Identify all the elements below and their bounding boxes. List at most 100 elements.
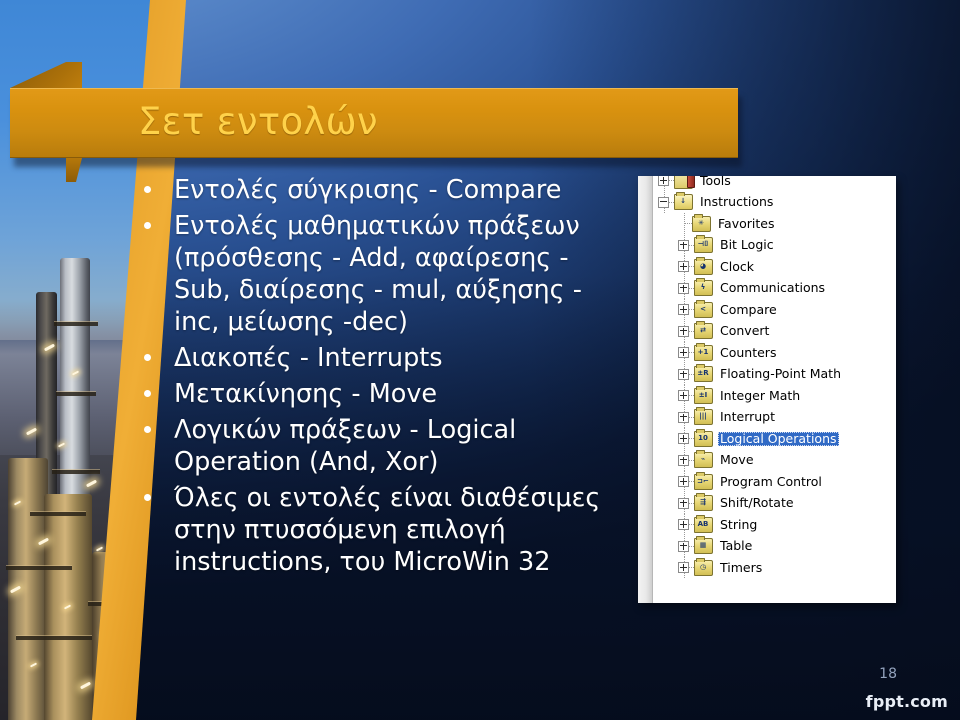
collapse-toggle-icon[interactable] xyxy=(658,196,669,208)
integer-math-folder-icon: ±I xyxy=(694,385,713,404)
folder-glyph: +1 xyxy=(697,347,709,356)
tower-deck xyxy=(16,636,92,640)
list-item: Εντολές μαθηματικών πράξεων (πρόσθεσης -… xyxy=(136,210,616,338)
expand-toggle-icon[interactable] xyxy=(678,390,689,402)
bullet-dot-icon xyxy=(144,222,151,229)
tree-item-bit-logic[interactable]: ⊣⌷ Bit Logic xyxy=(654,234,896,256)
tree-item-move[interactable]: ⌁ Move xyxy=(654,449,896,471)
instruction-tree-panel[interactable]: Tools ↓ Instructions ✳ Favorites ⊣⌷ Bit Logic ◕… xyxy=(638,176,896,603)
tree-item-label[interactable]: Instructions xyxy=(698,195,775,209)
page-number: 18 xyxy=(879,666,897,682)
tree-item-communications[interactable]: ϟ Communications xyxy=(654,277,896,299)
tree-item-floating-point-math[interactable]: ±R Floating-Point Math xyxy=(654,363,896,385)
tree-item-label[interactable]: Logical Operations xyxy=(718,431,839,446)
tree-item-label[interactable]: Tools xyxy=(698,176,733,188)
tree-item-convert[interactable]: ⇄ Convert xyxy=(654,320,896,342)
expand-toggle-icon[interactable] xyxy=(678,347,689,359)
folder-glyph: ⇶ xyxy=(700,498,706,507)
tree-item-label[interactable]: Move xyxy=(718,453,756,467)
bullet-list: Εντολές σύγκρισης - Compare Εντολές μαθη… xyxy=(136,174,616,582)
expand-toggle-icon[interactable] xyxy=(678,497,689,509)
tree-item-label[interactable]: Convert xyxy=(718,324,771,338)
tree-item-logical-operations[interactable]: 10 Logical Operations xyxy=(654,428,896,450)
expand-toggle-icon[interactable] xyxy=(678,562,689,574)
expand-toggle-icon[interactable] xyxy=(678,519,689,531)
favorites-folder-icon: ✳ xyxy=(692,213,711,232)
folder-glyph: ±I xyxy=(698,390,708,399)
expand-toggle-icon[interactable] xyxy=(678,239,689,251)
tower-deck xyxy=(6,566,72,570)
tower-deck xyxy=(52,470,100,474)
folder-glyph: ⌁ xyxy=(700,455,706,464)
expand-toggle-icon[interactable] xyxy=(678,411,689,423)
list-item: Εντολές σύγκρισης - Compare xyxy=(136,174,616,206)
tree-node-list[interactable]: Tools ↓ Instructions ✳ Favorites ⊣⌷ Bit Logic ◕… xyxy=(654,176,896,579)
tree-item-label[interactable]: Counters xyxy=(718,345,778,360)
bullet-dot-icon xyxy=(144,426,151,433)
convert-folder-icon: ⇄ xyxy=(694,321,713,340)
tree-item-label[interactable]: Interrupt xyxy=(718,410,777,424)
tree-item-counters[interactable]: +1 Counters xyxy=(654,342,896,364)
tree-item-instructions[interactable]: ↓ Instructions xyxy=(654,191,896,213)
list-item: Μετακίνησης - Move xyxy=(136,378,616,410)
expand-toggle-icon[interactable] xyxy=(678,325,689,337)
tree-item-label[interactable]: Compare xyxy=(718,302,779,317)
instruction-tree[interactable]: Tools ↓ Instructions ✳ Favorites ⊣⌷ Bit Logic ◕… xyxy=(654,176,896,579)
expand-toggle-icon[interactable] xyxy=(678,368,689,380)
bit-logic-folder-icon: ⊣⌷ xyxy=(694,235,713,254)
folder-glyph: ▦ xyxy=(699,541,707,550)
expand-toggle-icon[interactable] xyxy=(678,476,689,488)
tree-item-label[interactable]: Communications xyxy=(718,281,827,295)
folder-glyph: ||| xyxy=(699,412,707,421)
folder-glyph: AB xyxy=(697,519,709,528)
expand-toggle-icon[interactable] xyxy=(678,261,689,273)
tree-item-clock[interactable]: ◕ Clock xyxy=(654,256,896,278)
list-item-text: Λογικών πράξεων - Logical Operation (And… xyxy=(174,415,517,477)
compare-folder-icon: < xyxy=(694,299,713,318)
tree-item-compare[interactable]: < Compare xyxy=(654,299,896,321)
list-item: Λογικών πράξεων - Logical Operation (And… xyxy=(136,414,616,478)
folder-glyph: 10 xyxy=(698,433,708,442)
folder-glyph: < xyxy=(700,304,706,313)
list-item: Διακοπές - Interrupts xyxy=(136,342,616,374)
tree-item-label[interactable]: Favorites xyxy=(716,216,776,231)
expand-toggle-icon[interactable] xyxy=(658,176,669,187)
tree-item-label[interactable]: Timers xyxy=(718,560,764,575)
list-item-text: Εντολές μαθηματικών πράξεων (πρόσθεσης -… xyxy=(174,211,582,337)
clock-folder-icon: ◕ xyxy=(694,256,713,275)
tree-item-integer-math[interactable]: ±I Integer Math xyxy=(654,385,896,407)
tree-item-label[interactable]: Shift/Rotate xyxy=(718,496,796,510)
folder-glyph: ◕ xyxy=(699,261,707,270)
bullet-dot-icon xyxy=(144,494,151,501)
tree-item-label[interactable]: Bit Logic xyxy=(718,238,776,252)
tree-item-label[interactable]: Table xyxy=(718,539,754,553)
folder-glyph xyxy=(677,176,689,185)
tree-item-timers[interactable]: ◷ Timers xyxy=(654,557,896,579)
expand-toggle-icon[interactable] xyxy=(678,282,689,294)
watermark: fppt.com xyxy=(865,692,948,711)
communications-folder-icon: ϟ xyxy=(694,278,713,297)
tree-item-table[interactable]: ▦ Table xyxy=(654,535,896,557)
interrupt-folder-icon: ||| xyxy=(694,407,713,426)
tree-item-label[interactable]: Integer Math xyxy=(718,388,802,403)
tree-item-string[interactable]: AB String xyxy=(654,514,896,536)
tree-item-interrupt[interactable]: ||| Interrupt xyxy=(654,406,896,428)
program-control-folder-icon: ⊐⌐ xyxy=(694,471,713,490)
tree-item-label[interactable]: String xyxy=(718,517,759,532)
tree-item-favorites[interactable]: ✳ Favorites xyxy=(654,213,896,235)
expand-toggle-icon[interactable] xyxy=(678,304,689,316)
tree-item-label[interactable]: Clock xyxy=(718,259,756,274)
tree-item-tools[interactable]: Tools xyxy=(654,176,896,192)
tree-item-program-control[interactable]: ⊐⌐ Program Control xyxy=(654,471,896,493)
expand-toggle-icon[interactable] xyxy=(678,540,689,552)
tower-deck xyxy=(54,322,98,326)
tree-item-shift-rotate[interactable]: ⇶ Shift/Rotate xyxy=(654,492,896,514)
tree-item-label[interactable]: Floating-Point Math xyxy=(718,367,843,381)
timers-folder-icon: ◷ xyxy=(694,557,713,576)
folder-glyph: ↓ xyxy=(680,197,686,206)
tree-item-label[interactable]: Program Control xyxy=(718,474,824,489)
expand-toggle-icon[interactable] xyxy=(678,454,689,466)
expand-toggle-icon[interactable] xyxy=(678,433,689,445)
bullet-dot-icon xyxy=(144,354,151,361)
